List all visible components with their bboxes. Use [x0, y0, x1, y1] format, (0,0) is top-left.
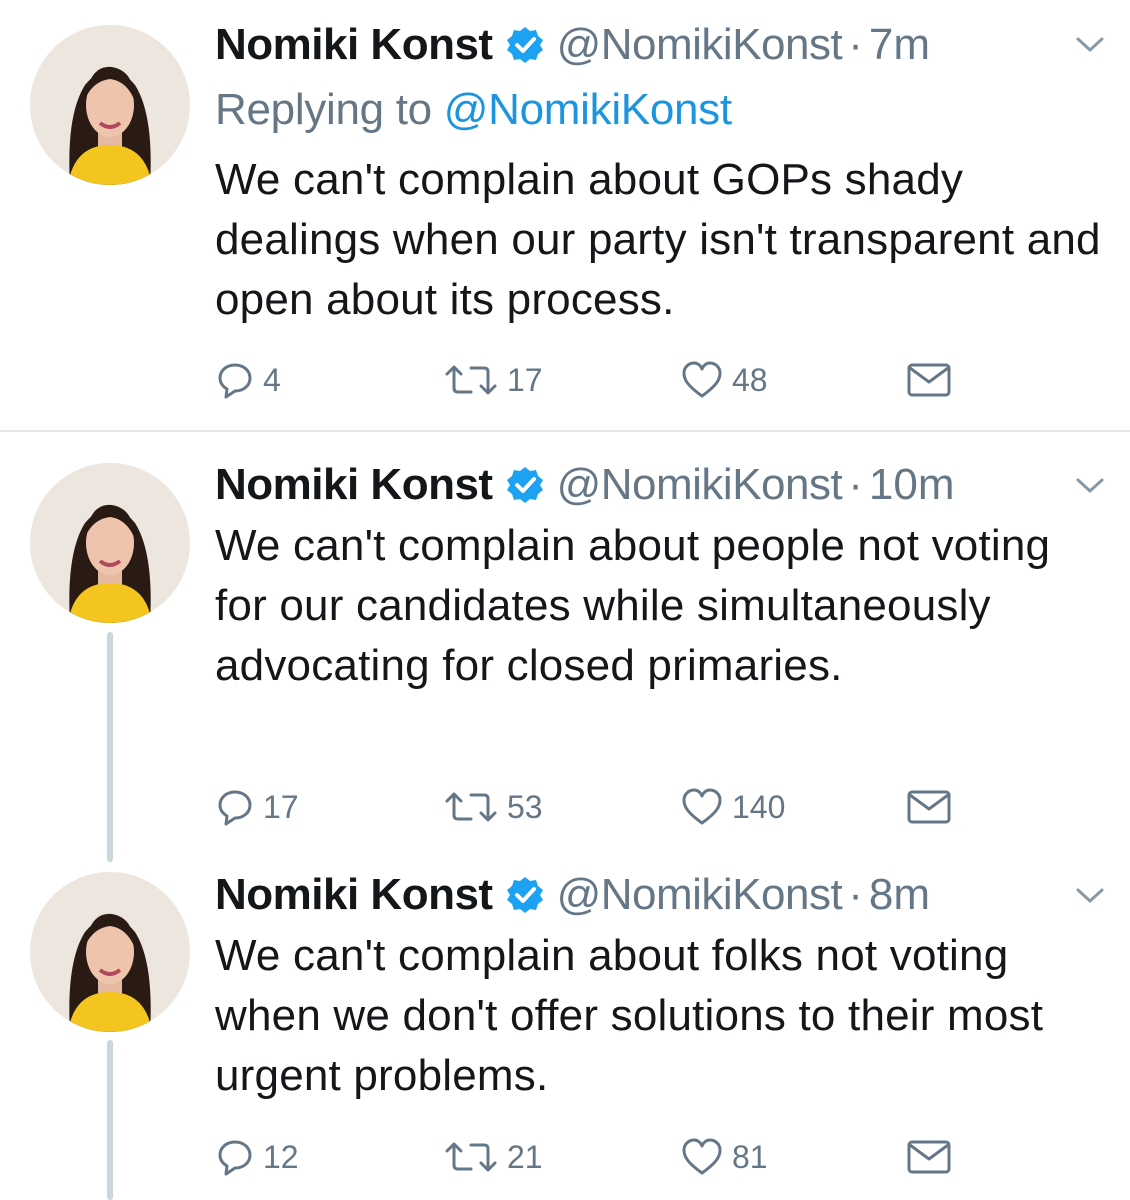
separator-dot: · [848, 460, 863, 509]
reply-bubble-icon [218, 363, 252, 399]
verified-badge-icon [506, 467, 543, 503]
tweet-actions: 17 53 140 [215, 782, 975, 832]
separator-dot: · [848, 20, 863, 69]
envelope-icon [907, 1140, 951, 1174]
thread-connector-line [107, 1040, 113, 1200]
like-count: 140 [732, 788, 786, 825]
direct-message-button[interactable] [905, 782, 953, 832]
like-button[interactable]: 81 [680, 1132, 768, 1182]
like-count: 48 [732, 361, 768, 398]
retweet-icon [445, 792, 497, 822]
chevron-down-icon[interactable] [1075, 35, 1105, 55]
chevron-down-icon[interactable] [1075, 886, 1105, 906]
heart-icon [682, 1138, 722, 1175]
author-name[interactable]: Nomiki Konst [215, 460, 493, 510]
retweet-count: 17 [507, 361, 543, 398]
timestamp[interactable]: 10m [869, 460, 955, 510]
author-handle[interactable]: @NomikiKonst [557, 20, 843, 70]
timestamp[interactable]: 7m [869, 20, 930, 70]
reply-count: 12 [263, 1138, 299, 1175]
verified-badge-icon [506, 877, 543, 913]
author-handle[interactable]: @NomikiKonst [557, 870, 843, 920]
reply-count: 4 [263, 361, 281, 398]
separator-dot: · [848, 870, 863, 919]
reply-count: 17 [263, 788, 299, 825]
tweet-text: We can't complain about folks not voting… [215, 931, 1044, 1100]
heart-icon [682, 361, 722, 398]
retweet-count: 53 [507, 788, 543, 825]
replying-to-line: Replying to @NomikiKonst [215, 85, 732, 135]
author-name[interactable]: Nomiki Konst [215, 870, 493, 920]
tweet-text: We can't complain about people not votin… [215, 521, 1051, 690]
retweet-icon [445, 1142, 497, 1172]
avatar[interactable] [30, 25, 190, 185]
verified-badge-icon [506, 27, 543, 63]
like-button[interactable]: 140 [680, 782, 785, 832]
envelope-icon [907, 363, 951, 397]
chevron-down-icon[interactable] [1075, 476, 1105, 496]
reply-button[interactable]: 17 [215, 782, 299, 832]
avatar[interactable] [30, 872, 190, 1032]
reply-button[interactable]: 4 [215, 355, 281, 405]
retweet-icon [445, 365, 497, 395]
reply-bubble-icon [218, 1140, 252, 1176]
retweet-button[interactable]: 17 [443, 355, 543, 405]
author-handle[interactable]: @NomikiKonst [557, 460, 843, 510]
thread-connector-line [107, 632, 113, 862]
replying-to-label: Replying to [215, 85, 432, 134]
like-count: 81 [732, 1138, 768, 1175]
replying-to-mention[interactable]: @NomikiKonst [444, 85, 732, 134]
retweet-count: 21 [507, 1138, 543, 1175]
direct-message-button[interactable] [905, 355, 953, 405]
tweet-text: We can't complain about GOPs shady deali… [215, 155, 1101, 324]
tweet-1[interactable]: Nomiki Konst @NomikiKonst · 7m Replying … [0, 0, 1130, 430]
author-name[interactable]: Nomiki Konst [215, 20, 493, 70]
tweet-header: Nomiki Konst @NomikiKonst · 8m [215, 870, 1110, 920]
tweet-3[interactable]: Nomiki Konst @NomikiKonst · 8m We can't … [0, 862, 1130, 1200]
tweet-actions: 12 21 81 [215, 1132, 975, 1182]
retweet-button[interactable]: 21 [443, 1132, 543, 1182]
timestamp[interactable]: 8m [869, 870, 930, 920]
envelope-icon [907, 790, 951, 824]
heart-icon [682, 788, 722, 825]
retweet-button[interactable]: 53 [443, 782, 543, 832]
reply-button[interactable]: 12 [215, 1132, 299, 1182]
avatar[interactable] [30, 463, 190, 623]
tweet-header: Nomiki Konst @NomikiKonst · 10m [215, 460, 1110, 510]
tweet-header: Nomiki Konst @NomikiKonst · 7m [215, 20, 1110, 70]
like-button[interactable]: 48 [680, 355, 768, 405]
reply-bubble-icon [218, 790, 252, 826]
direct-message-button[interactable] [905, 1132, 953, 1182]
tweet-2[interactable]: Nomiki Konst @NomikiKonst · 10m We can't… [0, 432, 1130, 862]
tweet-actions: 4 17 48 [215, 355, 975, 405]
